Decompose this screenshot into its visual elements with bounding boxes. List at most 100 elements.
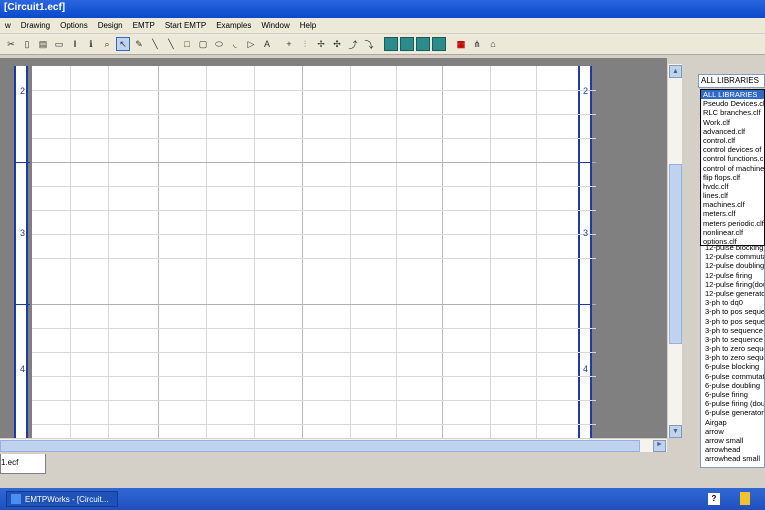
- cut-icon[interactable]: ✂: [4, 37, 18, 51]
- menu-item-help[interactable]: Help: [295, 21, 321, 30]
- menu-item-design[interactable]: Design: [93, 21, 128, 30]
- dropdown-option[interactable]: hvdc.clf: [701, 182, 764, 191]
- menu-item-options[interactable]: Options: [55, 21, 93, 30]
- menu-item-drawing[interactable]: Drawing: [16, 21, 55, 30]
- list-item[interactable]: 6-pulse firing: [701, 390, 764, 399]
- dropdown-option[interactable]: meters periodic.clf: [701, 219, 764, 228]
- dropdown-option[interactable]: meters.clf: [701, 209, 764, 218]
- dropdown-option[interactable]: Pseudo Devices.clf: [701, 99, 764, 108]
- bold-icon[interactable]: I: [68, 37, 82, 51]
- toolbar: ✂ ▯ ▤ ▭ I ℹ ⌕ ↖ ✎ ╲ ╲ □ ▢ ⬭ ◟ ▷ A + ⫶ ✢ …: [0, 34, 765, 55]
- ellipse-icon[interactable]: ⬭: [212, 37, 226, 51]
- view1-icon[interactable]: [384, 37, 398, 51]
- dropdown-option[interactable]: lines.clf: [701, 191, 764, 200]
- wire-icon[interactable]: ✣: [330, 37, 344, 51]
- dropdown-option[interactable]: control.clf: [701, 136, 764, 145]
- rounded-rect-icon[interactable]: ▢: [196, 37, 210, 51]
- text-icon[interactable]: A: [260, 37, 274, 51]
- component-list[interactable]: 12-pulse blocking 12-pulse commuta 12-pu…: [700, 242, 765, 468]
- menu-bar: w Drawing Options Design EMTP Start EMTP…: [0, 18, 765, 33]
- list-item[interactable]: 12-pulse firing: [701, 271, 764, 280]
- library-dropdown[interactable]: ALL LIBRARIES Pseudo Devices.clf RLC bra…: [700, 89, 765, 246]
- print-icon[interactable]: ▭: [52, 37, 66, 51]
- dropdown-option[interactable]: advanced.clf: [701, 127, 764, 136]
- list-item[interactable]: 6-pulse doubling: [701, 381, 764, 390]
- pen-icon[interactable]: ╲: [148, 37, 162, 51]
- info-icon[interactable]: ℹ: [84, 37, 98, 51]
- list-item[interactable]: 6-pulse generator: [701, 408, 764, 417]
- library-icon[interactable]: ▦: [454, 37, 468, 51]
- list-item[interactable]: arrowhead small: [701, 454, 764, 463]
- dropdown-option[interactable]: control functions.cl: [701, 154, 764, 163]
- pointer-icon[interactable]: ↖: [116, 37, 130, 51]
- cross-icon[interactable]: +: [282, 37, 296, 51]
- list-item[interactable]: 3-ph to zero seque: [701, 353, 764, 362]
- menu-item-start-emtp[interactable]: Start EMTP: [160, 21, 211, 30]
- library-select[interactable]: ALL LIBRARIES: [698, 74, 765, 88]
- list-item[interactable]: 6-pulse blocking: [701, 362, 764, 371]
- security-shield-icon[interactable]: [740, 492, 750, 505]
- view3-icon[interactable]: [416, 37, 430, 51]
- dropdown-option[interactable]: machines.clf: [701, 200, 764, 209]
- menu-item-window[interactable]: w: [0, 21, 16, 30]
- paste-icon[interactable]: ▤: [36, 37, 50, 51]
- list-item[interactable]: 12-pulse generato: [701, 289, 764, 298]
- view2-icon[interactable]: [400, 37, 414, 51]
- vertical-scrollbar[interactable]: ▲ ▼: [667, 64, 682, 438]
- drawing-canvas[interactable]: 2 3 4 2 3 4: [0, 58, 667, 438]
- list-item[interactable]: Airgap: [701, 418, 764, 427]
- node-icon[interactable]: ✢: [314, 37, 328, 51]
- list-item[interactable]: 6-pulse commutati: [701, 372, 764, 381]
- list-item[interactable]: 3-ph to pos seque: [701, 317, 764, 326]
- tab-circuit1[interactable]: 1.ecf: [0, 454, 46, 474]
- home-icon[interactable]: ⌂: [486, 37, 500, 51]
- menu-item-window-menu[interactable]: Window: [256, 21, 294, 30]
- drawing-sheet[interactable]: [32, 66, 596, 438]
- row-number-left: 4: [20, 364, 26, 374]
- dropdown-option[interactable]: options.clf: [701, 237, 764, 246]
- copy-icon[interactable]: ▯: [20, 37, 34, 51]
- scroll-up-icon[interactable]: ▲: [669, 65, 682, 78]
- list-item[interactable]: 3-ph to pos seque: [701, 307, 764, 316]
- menu-item-emtp[interactable]: EMTP: [128, 21, 160, 30]
- dropdown-option[interactable]: nonlinear.clf: [701, 228, 764, 237]
- list-item[interactable]: 3-ph to sequence: [701, 326, 764, 335]
- list-item[interactable]: 3-ph to sequence: [701, 335, 764, 344]
- hierarchy-icon[interactable]: ⋔: [470, 37, 484, 51]
- scroll-right-icon[interactable]: ►: [653, 440, 666, 452]
- vertical-scroll-thumb[interactable]: [669, 164, 682, 344]
- rectangle-icon[interactable]: □: [180, 37, 194, 51]
- list-item[interactable]: 12-pulse firing(dou: [701, 280, 764, 289]
- list-item[interactable]: 12-pulse commuta: [701, 252, 764, 261]
- zoom-icon[interactable]: ⌕: [100, 37, 114, 51]
- view4-icon[interactable]: [432, 37, 446, 51]
- dropdown-option[interactable]: ALL LIBRARIES: [701, 90, 764, 100]
- list-item[interactable]: 3-ph to dq0: [701, 298, 764, 307]
- list-item[interactable]: arrowhead: [701, 445, 764, 454]
- taskbar-button-emtpworks[interactable]: EMTPWorks - [Circuit...: [6, 491, 118, 507]
- polygon-icon[interactable]: ▷: [244, 37, 258, 51]
- dropdown-option[interactable]: flip flops.clf: [701, 173, 764, 182]
- dropdown-option[interactable]: control devices of: [701, 145, 764, 154]
- help-icon[interactable]: ?: [708, 493, 720, 505]
- dropdown-option[interactable]: RLC branches.clf: [701, 108, 764, 117]
- horizontal-scroll-thumb[interactable]: [0, 440, 640, 452]
- scroll-down-icon[interactable]: ▼: [669, 425, 682, 438]
- dropdown-option[interactable]: Work.clf: [701, 118, 764, 127]
- list-item[interactable]: 3-ph to zero seque: [701, 344, 764, 353]
- list-item[interactable]: arrow small: [701, 436, 764, 445]
- list-item[interactable]: 12-pulse doubling: [701, 261, 764, 270]
- bus-icon[interactable]: ⫶: [298, 37, 312, 51]
- menu-item-examples[interactable]: Examples: [211, 21, 256, 30]
- connect-icon[interactable]: ⤴: [346, 37, 360, 51]
- list-item[interactable]: 6-pulse firing (doub: [701, 399, 764, 408]
- pencil-icon[interactable]: ✎: [132, 37, 146, 51]
- line-icon[interactable]: ╲: [164, 37, 178, 51]
- arc-icon[interactable]: ◟: [228, 37, 242, 51]
- horizontal-scrollbar[interactable]: ►: [0, 438, 667, 452]
- split-icon[interactable]: ⤵: [362, 37, 376, 51]
- dropdown-option[interactable]: control of machine: [701, 164, 764, 173]
- list-item[interactable]: arrow: [701, 427, 764, 436]
- left-frame: [14, 66, 28, 438]
- row-number-left: 2: [20, 86, 26, 96]
